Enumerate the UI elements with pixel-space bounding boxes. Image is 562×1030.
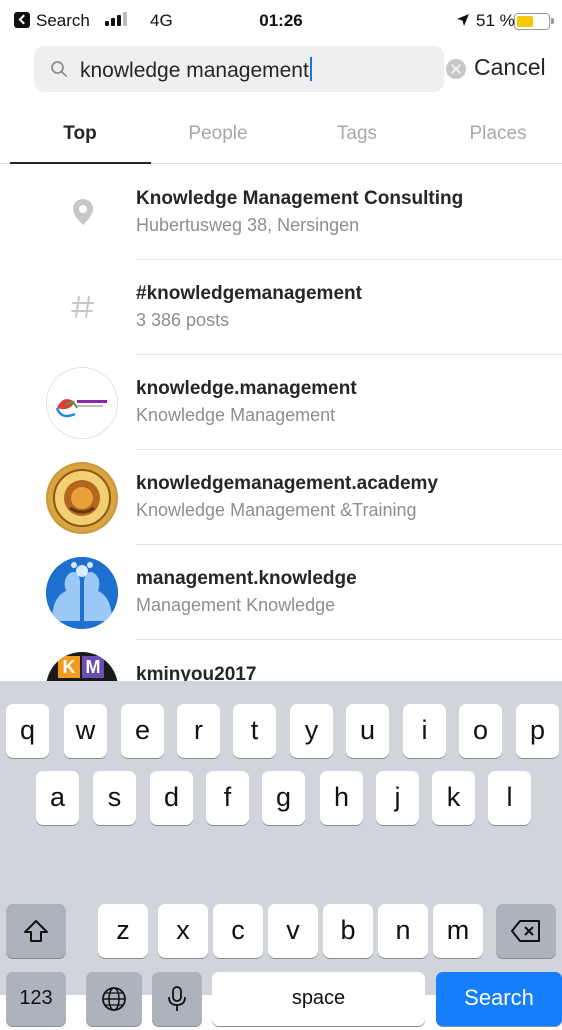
hashtag-icon	[71, 296, 94, 318]
location-arrow-icon	[457, 14, 469, 26]
key-f[interactable]: f	[206, 771, 249, 825]
key-n[interactable]: n	[378, 904, 428, 958]
result-subtitle: 3 386 posts	[136, 310, 230, 330]
result-item-account[interactable]: knowledgemanagement.academy Knowledge Ma…	[0, 450, 562, 545]
key-x[interactable]: x	[158, 904, 208, 958]
key-l[interactable]: l	[488, 771, 531, 825]
tab-top[interactable]: Top	[15, 123, 145, 145]
keyboard: qwertyuiop asdfghjkl zxcvbnm 123 space S	[0, 681, 562, 1026]
result-title: #knowledgemanagement	[136, 283, 362, 304]
result-title: Knowledge Management Consulting	[136, 188, 464, 209]
globe-key[interactable]	[86, 972, 142, 1026]
key-o[interactable]: o	[459, 704, 502, 758]
space-key[interactable]: space	[212, 972, 425, 1026]
key-t[interactable]: t	[233, 704, 276, 758]
search-query: knowledge management	[80, 59, 309, 82]
battery-percent: 51 %	[476, 11, 515, 30]
key-b[interactable]: b	[323, 904, 373, 958]
km-logo-m: M	[82, 656, 104, 678]
key-q[interactable]: q	[6, 704, 49, 758]
globe-icon	[102, 987, 126, 1011]
microphone-icon	[168, 986, 186, 1011]
avatar	[46, 557, 118, 629]
key-z[interactable]: z	[98, 904, 148, 958]
avatar	[46, 462, 118, 534]
avatar: K M	[46, 652, 118, 681]
result-title: management.knowledge	[136, 568, 357, 589]
dictation-key[interactable]	[152, 972, 202, 1026]
key-p[interactable]: p	[516, 704, 559, 758]
battery-icon	[514, 13, 554, 30]
active-tab-indicator	[10, 162, 151, 164]
avatar	[46, 367, 118, 439]
key-d[interactable]: d	[150, 771, 193, 825]
key-r[interactable]: r	[177, 704, 220, 758]
result-item-account[interactable]: knowledge.management Knowledge Managemen…	[0, 355, 562, 450]
tab-people[interactable]: People	[153, 123, 283, 145]
search-icon	[51, 61, 67, 77]
text-cursor	[309, 57, 312, 81]
key-g[interactable]: g	[262, 771, 305, 825]
clear-search-icon[interactable]	[446, 59, 466, 79]
key-h[interactable]: h	[320, 771, 363, 825]
result-title: knowledgemanagement.academy	[136, 473, 438, 494]
result-item-place[interactable]: Knowledge Management Consulting Hubertus…	[0, 165, 562, 260]
backspace-icon	[511, 920, 540, 942]
search-input[interactable]: knowledge management	[34, 46, 466, 92]
key-v[interactable]: v	[268, 904, 318, 958]
result-item-hashtag[interactable]: #knowledgemanagement 3 386 posts	[0, 260, 562, 355]
shift-key[interactable]	[6, 904, 66, 958]
cancel-button[interactable]: Cancel	[474, 54, 546, 81]
key-w[interactable]: w	[64, 704, 107, 758]
result-title: knowledge.management	[136, 378, 357, 399]
backspace-key[interactable]	[496, 904, 556, 958]
key-j[interactable]: j	[376, 771, 419, 825]
key-c[interactable]: c	[213, 904, 263, 958]
result-subtitle: Management Knowledge	[136, 595, 336, 615]
search-query-wrap: knowledge management	[80, 57, 312, 83]
key-k[interactable]: k	[432, 771, 475, 825]
key-u[interactable]: u	[346, 704, 389, 758]
result-item-account[interactable]: K M kminyou2017	[0, 640, 562, 681]
tab-places[interactable]: Places	[433, 123, 562, 145]
tab-tags[interactable]: Tags	[292, 123, 422, 145]
key-i[interactable]: i	[403, 704, 446, 758]
result-item-account[interactable]: management.knowledge Management Knowledg…	[0, 545, 562, 640]
location-pin-icon	[73, 199, 93, 225]
search-tabs: Top People Tags Places	[0, 103, 562, 164]
key-s[interactable]: s	[93, 771, 136, 825]
result-title: kminyou2017	[136, 664, 257, 681]
key-m[interactable]: m	[433, 904, 483, 958]
shift-icon	[24, 920, 48, 942]
result-subtitle: Hubertusweg 38, Nersingen	[136, 215, 360, 235]
search-key[interactable]: Search	[436, 972, 562, 1026]
result-subtitle: Knowledge Management	[136, 405, 336, 425]
result-subtitle: Knowledge Management &Training	[136, 500, 417, 520]
numbers-key[interactable]: 123	[6, 972, 66, 1026]
key-e[interactable]: e	[121, 704, 164, 758]
status-bar: Search 4G 01:26 51 %	[0, 0, 562, 44]
key-y[interactable]: y	[290, 704, 333, 758]
key-a[interactable]: a	[36, 771, 79, 825]
km-logo-k: K	[58, 656, 80, 678]
